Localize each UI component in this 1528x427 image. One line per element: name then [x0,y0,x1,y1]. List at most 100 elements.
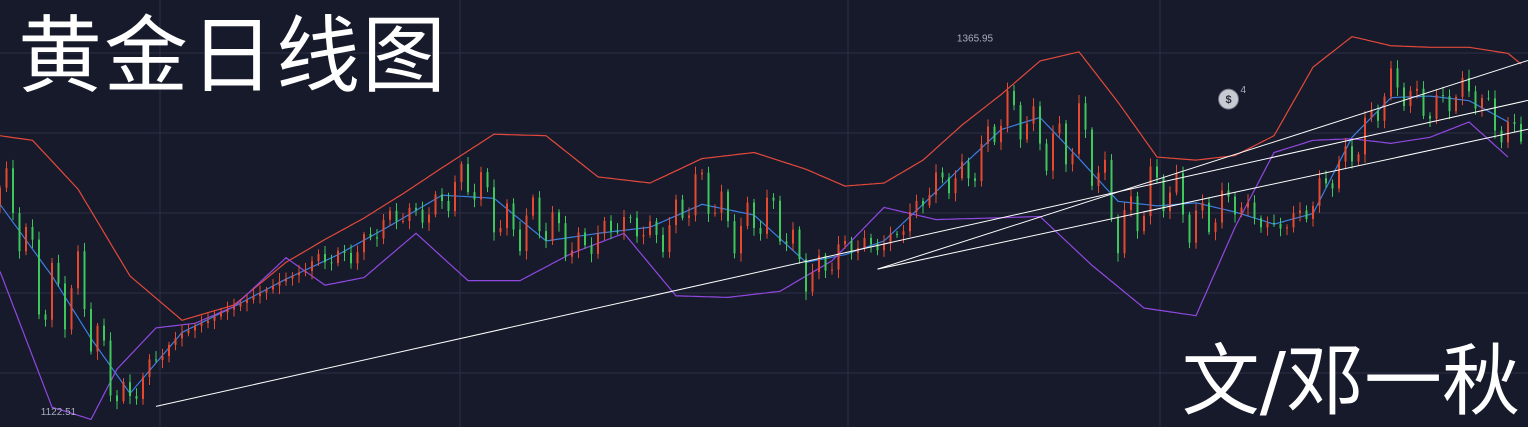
candle [772,193,775,210]
candle [103,318,105,347]
candle-body [356,252,359,264]
candle-body [642,234,645,237]
candle [1104,151,1106,181]
candle-body [915,200,918,212]
candle-body [1091,129,1093,186]
candle [272,279,274,294]
candle [759,220,762,241]
candle-body [70,288,73,330]
candle [675,194,677,234]
candle [785,233,788,252]
candle [324,245,326,270]
candle-body [941,172,944,178]
candle-body [402,221,404,223]
candle [1149,158,1152,225]
candle [590,237,593,263]
candle [291,272,294,286]
candle [122,378,125,404]
candle-body [1435,95,1438,119]
author-credit: 文/邓一秋 [1181,337,1520,427]
candle-body [1331,183,1334,189]
candle [337,247,339,267]
candle [96,323,99,360]
marker-value: 4 [1241,85,1247,96]
candle [1409,86,1412,113]
candle [1032,98,1035,132]
candle-body [525,215,528,252]
candle-body [1318,178,1321,206]
candle [441,188,443,209]
candle-body [421,209,424,223]
candle-body [233,306,235,310]
candle-body [25,227,27,252]
candle [538,191,541,239]
candle-body [350,252,352,264]
candle [1396,60,1399,96]
candle-body [558,212,560,224]
candle-body [148,359,151,377]
candle [1058,115,1061,138]
candle [954,170,957,202]
candle-body [1260,218,1262,228]
candle [668,216,671,258]
candle-body [909,211,911,232]
candle [467,156,469,196]
candle [876,238,879,256]
candle-body [610,220,612,232]
candle [415,202,417,216]
candle-body [798,229,801,260]
candle-body [1201,202,1204,211]
candle-body [213,316,216,321]
candle [1143,211,1145,235]
candle [1091,127,1093,191]
candle [116,389,118,410]
candle-body [1110,159,1113,219]
candle [18,207,21,259]
candle-body [259,292,261,297]
candle [1468,69,1470,97]
candle-body [18,213,21,252]
candle [44,309,47,327]
candle-body [811,272,814,292]
candle-body [571,250,573,257]
candle-body [369,234,372,238]
candle-body [740,225,742,254]
candle-body [688,215,690,218]
candle [610,215,612,240]
candle-body [785,241,788,244]
candle [1474,85,1477,115]
candle-body [1390,68,1392,97]
candle-body [1494,98,1496,131]
candle [1383,93,1386,129]
candle-body [480,172,482,200]
candle-body [1234,196,1236,215]
candle-body [928,194,931,206]
dollar-sign: $ [1225,94,1231,106]
candle [1513,113,1516,133]
candle [629,214,632,224]
candle-body [473,192,476,200]
candle [577,227,580,259]
candle-body [44,314,47,320]
candle [616,223,619,235]
candle [558,209,560,232]
candle-body [1312,205,1314,219]
candle-body [1117,218,1119,254]
candle-body [1403,87,1405,107]
candle [662,227,664,258]
candle-body [532,197,534,216]
candle-body [636,217,638,237]
candle-body [278,281,281,286]
candle [389,207,391,226]
candle-body [1383,96,1386,121]
candle [1162,174,1165,218]
candle [1487,90,1490,101]
candle-body [993,126,996,143]
dollar-marker[interactable]: $ 4 [1218,85,1247,110]
candle-body [662,234,664,252]
candle [1123,202,1126,258]
candle-body [1292,213,1295,228]
candle-body [1370,110,1373,118]
candle [798,226,801,264]
chart-title: 黄金日线图 [18,7,449,105]
